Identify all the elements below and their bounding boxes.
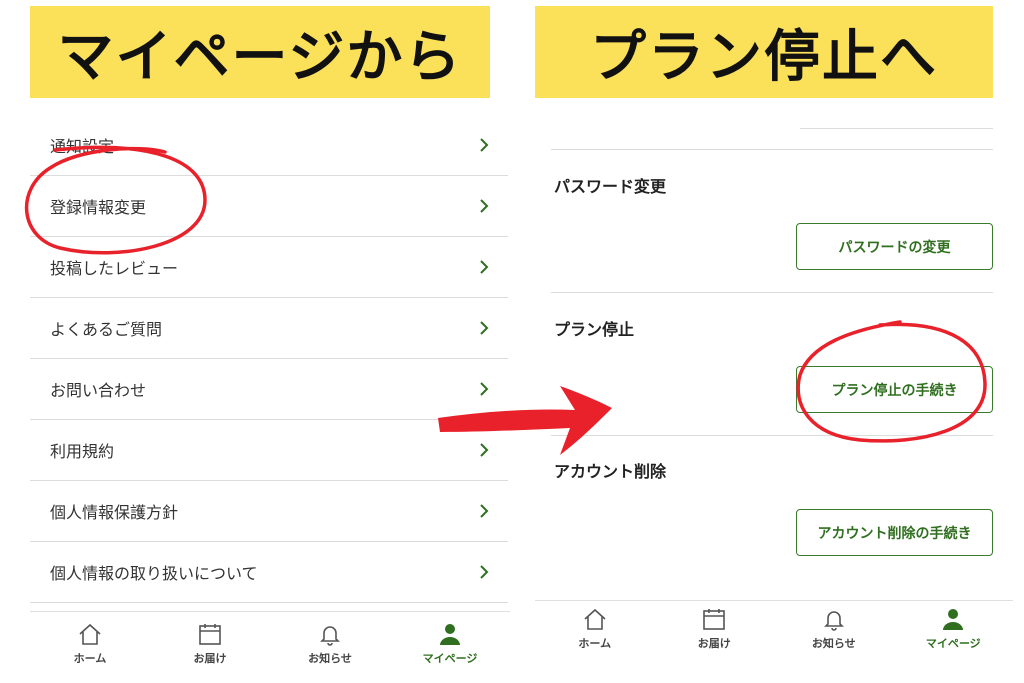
password-section-title: パスワード変更 [554, 177, 667, 196]
bottom-nav: ホーム お届け お知らせ マイページ [535, 600, 1013, 683]
divider [551, 149, 993, 150]
chevron-right-icon [480, 443, 489, 457]
menu-item-label: 通知設定 [50, 137, 115, 156]
account-delete-procedure-button[interactable]: アカウント削除の手続き [796, 509, 993, 556]
menu-item-notification-settings[interactable]: 通知設定 [30, 115, 508, 176]
home-icon [79, 623, 101, 645]
menu-item-label: 利用規約 [50, 442, 115, 461]
menu-item-registration-change[interactable]: 登録情報変更 [30, 176, 508, 237]
nav-home-label: ホーム [73, 652, 107, 665]
chevron-right-icon [480, 504, 489, 518]
nav-notices[interactable]: お知らせ [774, 607, 894, 651]
chevron-right-icon [480, 565, 489, 579]
nav-notices-label: お知らせ [811, 637, 856, 650]
nav-delivery[interactable]: お届け [655, 607, 775, 651]
chevron-right-icon [480, 382, 489, 396]
calendar-icon [199, 624, 221, 645]
calendar-icon [703, 609, 726, 630]
banner-plan-stop: プラン停止へ [535, 6, 993, 98]
nav-delivery-label: お届け [193, 652, 227, 665]
chevron-right-icon [480, 321, 489, 335]
banner-mypage: マイページから [30, 6, 490, 98]
nav-delivery-label: お届け [697, 637, 731, 650]
nav-notices[interactable]: お知らせ [270, 622, 390, 666]
nav-mypage-label: マイページ [925, 637, 981, 650]
user-icon [440, 624, 460, 645]
menu-item-label: 登録情報変更 [50, 198, 147, 217]
divider [551, 435, 993, 436]
chevron-right-icon [480, 199, 489, 213]
divider [800, 128, 993, 129]
menu-item-posted-reviews[interactable]: 投稿したレビュー [30, 237, 508, 298]
nav-mypage[interactable]: マイページ [390, 622, 510, 666]
menu-item-contact[interactable]: お問い合わせ [30, 359, 508, 420]
menu-item-personal-info-handling[interactable]: 個人情報の取り扱いについて [30, 542, 508, 603]
change-password-button[interactable]: パスワードの変更 [796, 223, 993, 270]
nav-home[interactable]: ホーム [30, 622, 150, 666]
menu-item-terms[interactable]: 利用規約 [30, 420, 508, 481]
menu-item-faq[interactable]: よくあるご質問 [30, 298, 508, 359]
plan-stop-section-title: プラン停止 [554, 320, 635, 339]
bottom-nav: ホーム お届け お知らせ マイページ [30, 611, 510, 683]
nav-home-label: ホーム [578, 637, 612, 650]
nav-delivery[interactable]: お届け [150, 622, 270, 666]
account-settings-panel: パスワード変更 パスワードの変更 プラン停止 プラン停止の手続き アカウント削除… [535, 110, 993, 610]
chevron-right-icon [480, 260, 489, 274]
plan-stop-procedure-button[interactable]: プラン停止の手続き [796, 366, 993, 413]
account-delete-section-title: アカウント削除 [554, 462, 667, 481]
bell-icon [320, 626, 340, 646]
user-icon [943, 609, 964, 630]
menu-item-label: 投稿したレビュー [50, 259, 179, 278]
menu-item-label: 個人情報の取り扱いについて [50, 564, 258, 583]
nav-notices-label: お知らせ [308, 652, 352, 665]
nav-mypage[interactable]: マイページ [894, 607, 1014, 651]
bell-icon [823, 611, 844, 631]
home-icon [584, 608, 606, 630]
nav-mypage-label: マイページ [422, 652, 478, 665]
menu-item-privacy-policy[interactable]: 個人情報保護方針 [30, 481, 508, 542]
menu-item-label: お問い合わせ [50, 381, 147, 400]
menu-item-label: 個人情報保護方針 [50, 503, 179, 522]
nav-home[interactable]: ホーム [535, 607, 655, 651]
chevron-right-icon [480, 138, 489, 152]
menu-item-label: よくあるご質問 [50, 320, 163, 339]
divider [551, 292, 993, 293]
